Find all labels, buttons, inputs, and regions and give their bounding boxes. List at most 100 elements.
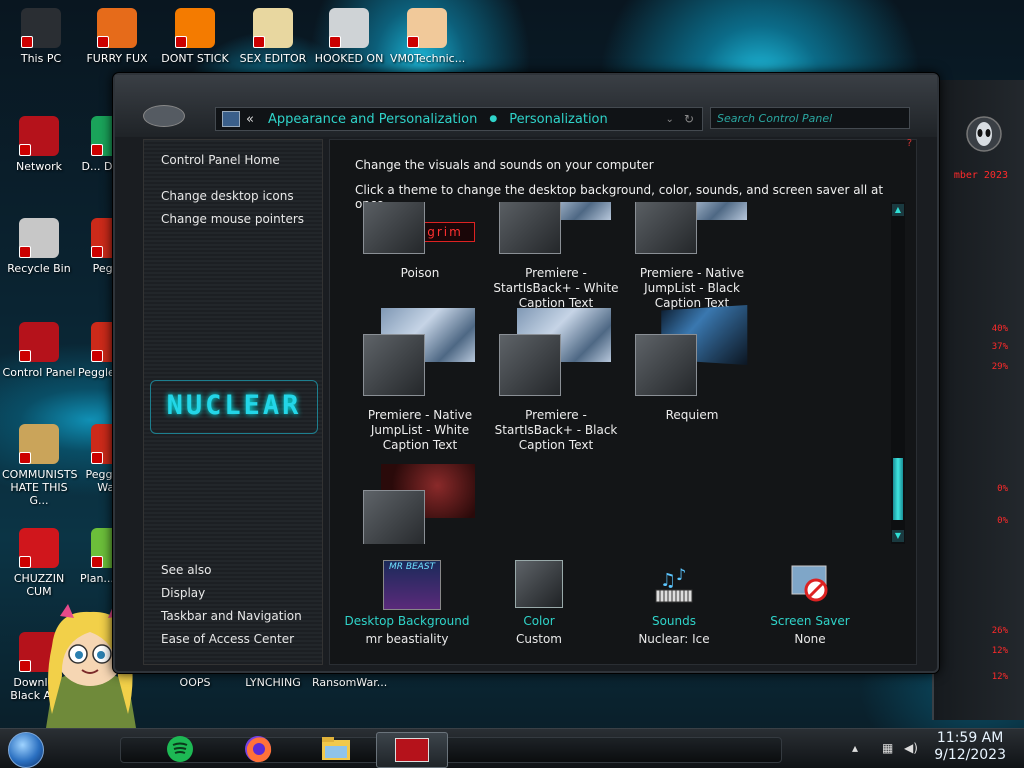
desktop: This PC FURRY FUX DONT STICK SEX EDITOR HOOK… [0, 0, 1024, 768]
desktop-icon[interactable]: This PC [4, 8, 78, 65]
desktop-shortcut-icon [175, 8, 215, 48]
desktop-icon[interactable]: DONT STICK [158, 8, 232, 65]
file-explorer-icon[interactable] [316, 732, 356, 766]
gadget-percent: 29% [991, 362, 1008, 372]
setting-value: Custom [516, 632, 562, 646]
theme-thumbnail [355, 464, 485, 544]
setting-value: mr beastiality [365, 632, 449, 646]
display-link[interactable]: Display [161, 586, 205, 600]
shortcut-badge-icon [407, 36, 419, 48]
setting-link[interactable]: Desktop Background [337, 614, 477, 628]
breadcrumb-personalization[interactable]: Personalization [509, 112, 608, 127]
color-setting[interactable]: Color Custom [469, 560, 609, 646]
title-bar[interactable]: « Appearance and Personalization ● Perso… [115, 75, 937, 137]
shortcut-badge-icon [19, 452, 31, 464]
control-panel-home-link[interactable]: Control Panel Home [161, 153, 280, 167]
volume-tray-icon[interactable]: ◀) [904, 741, 918, 755]
desktop-icon[interactable]: HOOKED ON [312, 8, 386, 65]
desktop-shortcut-icon [19, 322, 59, 362]
desktop-icon-label: VM0Technic... [390, 52, 466, 65]
network-tray-icon[interactable]: ▦ [882, 741, 896, 755]
control-panel-icon [395, 738, 429, 762]
gadget-percent: 0% [997, 484, 1008, 494]
shortcut-badge-icon [253, 36, 265, 48]
scroll-up-arrow-icon[interactable]: ▲ [892, 204, 904, 216]
theme-name: Premiere - Native JumpList - White Capti… [367, 408, 473, 452]
address-dropdown-icon[interactable]: ⌄ [666, 114, 674, 125]
desktop-icon[interactable]: Control Panel [2, 322, 76, 379]
help-icon[interactable]: ? [907, 138, 912, 149]
control-panel-taskbar-button[interactable] [376, 732, 448, 768]
alien-logo-icon [966, 116, 1002, 152]
theme-item[interactable]: Premiere - StartIsBack+ - Black Caption … [491, 308, 621, 453]
address-bar[interactable]: « Appearance and Personalization ● Perso… [215, 107, 703, 131]
tray-chevron-icon[interactable]: ▴ [852, 741, 866, 755]
desktop-shortcut-icon [19, 116, 59, 156]
clock-date: 9/12/2023 [934, 747, 1006, 763]
theme-item[interactable]: grim Poison [355, 202, 485, 281]
desktop-icon[interactable]: VM0Technic... [390, 8, 466, 65]
screen-saver-setting[interactable]: Screen Saver None [740, 560, 880, 646]
breadcrumb-chevron-icon[interactable]: « [246, 112, 254, 127]
refresh-icon[interactable]: ↻ [684, 112, 694, 126]
setting-link[interactable]: Sounds [604, 614, 744, 628]
personalization-window: « Appearance and Personalization ● Perso… [113, 73, 939, 673]
change-mouse-pointers-link[interactable]: Change mouse pointers [161, 212, 304, 226]
desktop-icon-label: SEX EDITOR [239, 52, 307, 65]
desktop-background-setting[interactable]: MR BEAST Desktop Background mr beastiality [337, 560, 477, 646]
shortcut-badge-icon [19, 350, 31, 362]
change-desktop-icons-link[interactable]: Change desktop icons [161, 189, 294, 203]
desktop-icon[interactable]: CHUZZIN CUM [2, 528, 76, 598]
scroll-down-arrow-icon[interactable]: ▼ [892, 530, 904, 542]
theme-name: Premiere - Native JumpList - Black Capti… [639, 266, 745, 310]
desktop-icon[interactable]: Network [2, 116, 76, 173]
setting-link[interactable]: Screen Saver [740, 614, 880, 628]
content-pane: ? Change the visuals and sounds on your … [329, 138, 917, 665]
theme-color-swatch [499, 334, 561, 396]
search-input[interactable] [710, 107, 910, 129]
desktop-icon-label: CHUZZIN CUM [13, 572, 65, 598]
desktop-icon-label: OOPS [179, 676, 211, 689]
scrollbar-thumb[interactable] [893, 458, 903, 520]
shortcut-badge-icon [19, 556, 31, 568]
desktop-shortcut-icon [21, 8, 61, 48]
clock-time: 11:59 AM [936, 730, 1004, 746]
theme-item[interactable]: Requiem [627, 305, 757, 423]
see-also-heading: See also [161, 563, 212, 577]
theme-thumbnail: grim [355, 202, 485, 262]
control-panel-icon [222, 111, 240, 127]
theme-scrollbar[interactable]: ▲ ▼ [891, 202, 905, 544]
desktop-icon-label: DONT STICK [161, 52, 229, 65]
taskbar-clock[interactable]: 11:59 AM 9/12/2023 [934, 730, 1006, 764]
taskbar-navigation-link[interactable]: Taskbar and Navigation [161, 609, 302, 623]
theme-color-swatch [635, 202, 697, 254]
theme-color-swatch [363, 202, 425, 254]
theme-item[interactable] [355, 464, 485, 544]
theme-name: Poison [400, 266, 440, 280]
desktop-icon[interactable]: COMMUNISTS HATE THIS G... [2, 424, 78, 507]
desktop-icon-label: HOOKED ON [314, 52, 384, 65]
start-button[interactable] [8, 732, 44, 768]
breadcrumb-appearance[interactable]: Appearance and Personalization [268, 112, 477, 127]
theme-color-swatch [363, 334, 425, 396]
desktop-icon[interactable]: Recycle Bin [2, 218, 76, 275]
spotify-icon[interactable] [160, 732, 200, 766]
theme-color-swatch [499, 202, 561, 254]
shortcut-badge-icon [19, 144, 31, 156]
theme-name: Premiere - StartIsBack+ - Black Caption … [494, 408, 618, 452]
ease-of-access-link[interactable]: Ease of Access Center [161, 632, 294, 646]
theme-item[interactable]: Premiere - StartIsBack+ - White Caption … [491, 202, 621, 311]
sounds-setting[interactable]: ♫ ♪ Sounds Nuclear: Ice [604, 560, 744, 646]
theme-item[interactable]: Premiere - Native JumpList - White Capti… [355, 308, 485, 453]
theme-thumbnail [491, 308, 621, 404]
firefox-icon[interactable] [238, 732, 278, 766]
page-heading: Change the visuals and sounds on your co… [355, 158, 654, 172]
theme-item[interactable]: Premiere - Native JumpList - Black Capti… [627, 202, 757, 311]
theme-list[interactable]: grim Poison Premiere - StartIsBack+ - Whit… [355, 202, 910, 544]
desktop-icon[interactable]: FURRY FUX [80, 8, 154, 65]
setting-link[interactable]: Color [469, 614, 609, 628]
shortcut-badge-icon [91, 556, 103, 568]
desktop-icon[interactable]: SEX EDITOR [236, 8, 310, 65]
gadget-percent: 0% [997, 516, 1008, 526]
desktop-shortcut-icon [97, 8, 137, 48]
